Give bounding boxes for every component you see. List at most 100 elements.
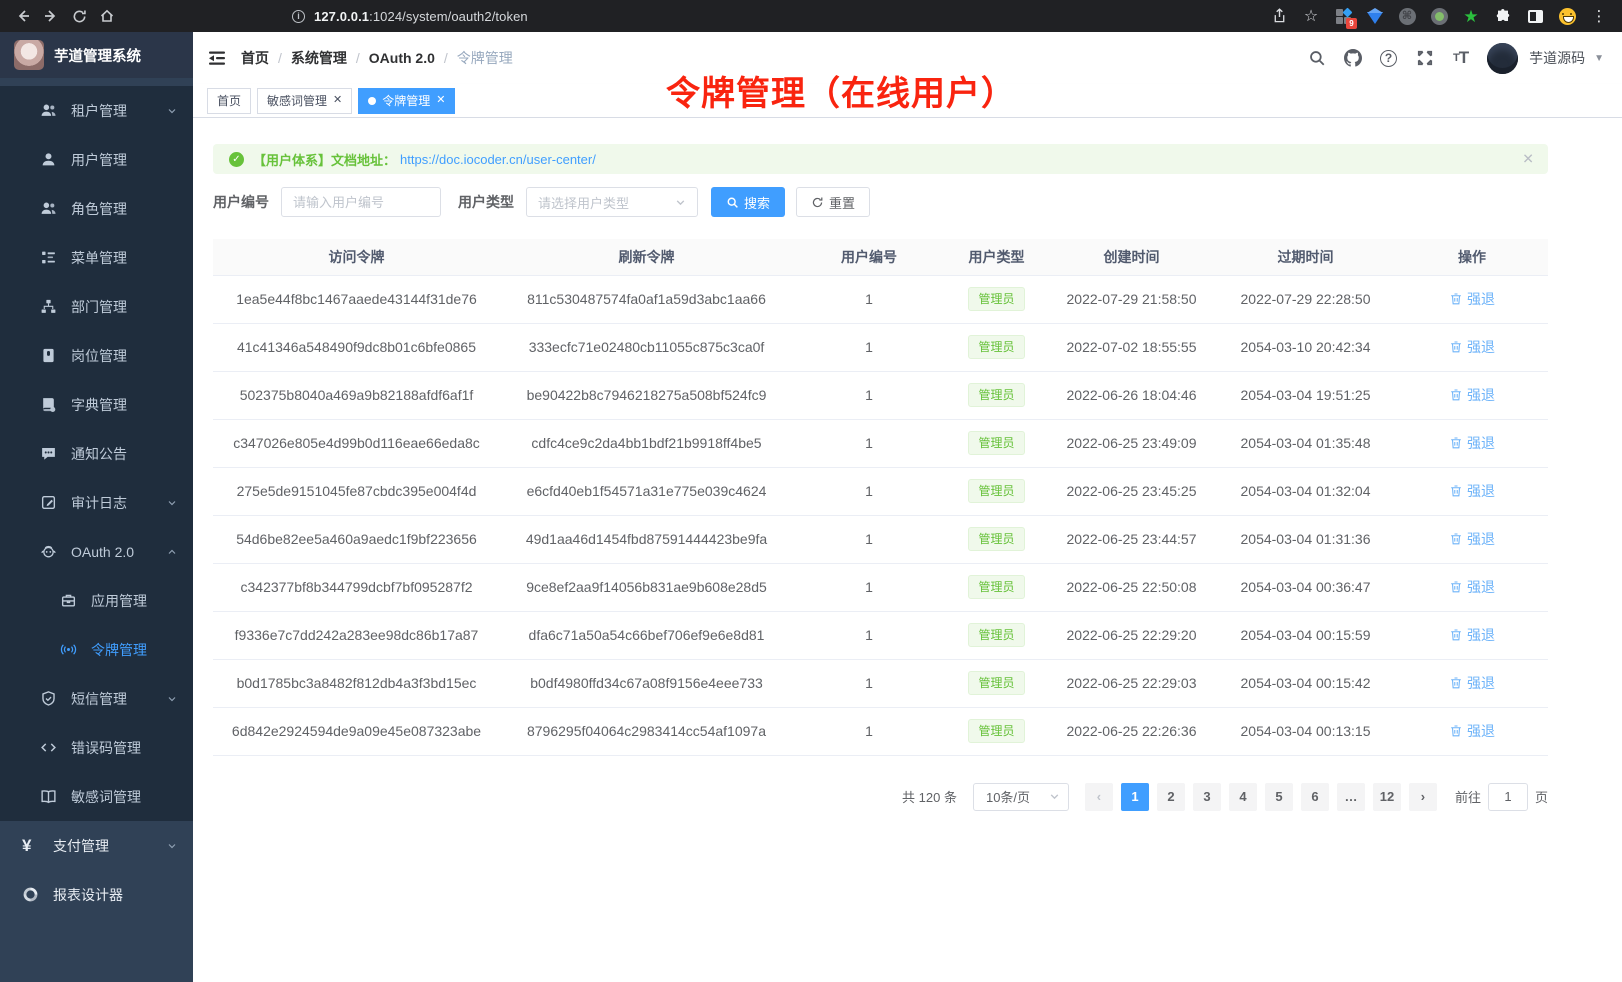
user-type-cell: 管理员 — [945, 659, 1048, 707]
trash-icon — [1449, 628, 1463, 642]
force-logout-link[interactable]: 强退 — [1449, 721, 1495, 741]
sidebar-item-label: 岗位管理 — [71, 346, 127, 366]
page-button-4[interactable]: 4 — [1229, 783, 1257, 811]
user-type-select[interactable]: 请选择用户类型 — [526, 187, 698, 217]
sidebar-item-tenant[interactable]: 租户管理 — [0, 86, 193, 135]
goto-page-input[interactable] — [1488, 783, 1528, 811]
trash-icon — [1449, 532, 1463, 546]
force-logout-link[interactable]: 强退 — [1449, 289, 1495, 309]
browser-menu-icon[interactable]: ⋮ — [1590, 7, 1608, 25]
force-logout-link[interactable]: 强退 — [1449, 337, 1495, 357]
trash-icon — [1449, 580, 1463, 594]
bookmark-star-icon[interactable]: ☆ — [1302, 7, 1320, 25]
users-icon — [40, 102, 57, 119]
font-size-icon[interactable]: TT — [1451, 49, 1470, 68]
github-icon[interactable] — [1343, 49, 1362, 68]
breadcrumb-oauth2[interactable]: OAuth 2.0 — [369, 50, 435, 66]
create-time-cell: 2022-06-25 22:26:36 — [1048, 707, 1215, 755]
next-page-button[interactable]: › — [1409, 783, 1437, 811]
browser-forward-icon[interactable] — [38, 3, 64, 29]
browser-reload-icon[interactable] — [66, 3, 92, 29]
sidebar-item-oauth2[interactable]: OAuth 2.0 — [0, 527, 193, 576]
refresh-token-cell: dfa6c71a50a54c66bef706ef9e6e8d81 — [500, 611, 793, 659]
action-cell: 强退 — [1396, 419, 1548, 467]
force-logout-link[interactable]: 强退 — [1449, 577, 1495, 597]
header-search-icon[interactable] — [1307, 49, 1326, 68]
gem-extension-icon[interactable] — [1366, 7, 1384, 25]
page-button-12[interactable]: 12 — [1373, 783, 1401, 811]
address-bar[interactable]: i 127.0.0.1:1024/system/oauth2/token — [280, 4, 540, 28]
puzzle-extension-icon[interactable] — [1494, 7, 1512, 25]
help-icon[interactable]: ? — [1379, 49, 1398, 68]
tab-close-icon[interactable]: ✕ — [436, 95, 445, 106]
sidebar-item-label: 部门管理 — [71, 297, 127, 317]
browser-home-icon[interactable] — [94, 3, 120, 29]
alert-close-icon[interactable]: ✕ — [1522, 151, 1534, 168]
sidebar-item-dept[interactable]: 部门管理 — [0, 282, 193, 331]
record-extension-icon[interactable] — [1430, 7, 1448, 25]
green-star-extension-icon[interactable]: ★ — [1462, 7, 1480, 25]
sidebar-item-user[interactable]: 用户管理 — [0, 135, 193, 184]
tab-令牌管理[interactable]: 令牌管理✕ — [358, 88, 455, 114]
column-header: 刷新令牌 — [500, 239, 793, 275]
expire-time-cell: 2054-03-04 00:36:47 — [1215, 563, 1396, 611]
page-size-select[interactable]: 10条/页 — [973, 783, 1069, 811]
force-logout-link[interactable]: 强退 — [1449, 673, 1495, 693]
browser-back-icon[interactable] — [10, 3, 36, 29]
force-logout-link[interactable]: 强退 — [1449, 625, 1495, 645]
share-icon[interactable] — [1270, 7, 1288, 25]
search-button[interactable]: 搜索 — [711, 187, 785, 217]
command-extension-icon[interactable]: ⌘ — [1398, 7, 1416, 25]
app-logo-row[interactable]: 芋道管理系统 — [0, 32, 193, 78]
user-avatar[interactable] — [1487, 43, 1518, 74]
sidebar-item-menu[interactable]: 菜单管理 — [0, 233, 193, 282]
split-view-icon[interactable] — [1526, 7, 1544, 25]
prev-page-button[interactable]: ‹ — [1085, 783, 1113, 811]
sidebar-item-audit[interactable]: 审计日志 — [0, 478, 193, 527]
sidebar-item-label: 敏感词管理 — [71, 787, 141, 807]
page-button-6[interactable]: 6 — [1301, 783, 1329, 811]
yen-icon: ¥ — [22, 837, 39, 854]
sidebar-item-pay[interactable]: ¥支付管理 — [0, 821, 193, 870]
user-id-cell: 1 — [793, 563, 945, 611]
sidebar-item-oauth2-token[interactable]: 令牌管理 — [0, 625, 193, 674]
sidebar-item-sensitive[interactable]: 敏感词管理 — [0, 772, 193, 821]
sidebar-item-post[interactable]: 岗位管理 — [0, 331, 193, 380]
book-icon — [40, 788, 57, 805]
force-logout-link[interactable]: 强退 — [1449, 385, 1495, 405]
sidebar-item-errcode[interactable]: 错误码管理 — [0, 723, 193, 772]
force-logout-link[interactable]: 强退 — [1449, 433, 1495, 453]
tab-close-icon[interactable]: ✕ — [333, 95, 342, 106]
site-info-icon[interactable]: i — [292, 10, 305, 23]
reset-button[interactable]: 重置 — [796, 187, 870, 217]
sidebar-item-sms[interactable]: 短信管理 — [0, 674, 193, 723]
force-logout-link[interactable]: 强退 — [1449, 529, 1495, 549]
emoji-extension-icon[interactable] — [1558, 7, 1576, 25]
breadcrumb-system[interactable]: 系统管理 — [291, 48, 347, 68]
tab-敏感词管理[interactable]: 敏感词管理✕ — [257, 88, 352, 114]
breadcrumb-home[interactable]: 首页 — [241, 48, 269, 68]
force-logout-link[interactable]: 强退 — [1449, 481, 1495, 501]
user-menu-caret-icon[interactable]: ▼ — [1594, 53, 1604, 64]
username[interactable]: 芋道源码 — [1529, 48, 1585, 68]
sidebar-item-report[interactable]: 报表设计器 — [0, 870, 193, 919]
extension-blocks-icon[interactable]: 9 — [1334, 7, 1352, 25]
sidebar-item-dict[interactable]: 字典管理 — [0, 380, 193, 429]
table-row: c347026e805e4d99b0d116eae66eda8ccdfc4ce9… — [213, 419, 1548, 467]
fullscreen-icon[interactable] — [1415, 49, 1434, 68]
page-button-2[interactable]: 2 — [1157, 783, 1185, 811]
page-button-1[interactable]: 1 — [1121, 783, 1149, 811]
page-button-5[interactable]: 5 — [1265, 783, 1293, 811]
expire-time-cell: 2054-03-10 20:42:34 — [1215, 323, 1396, 371]
sidebar-item-oauth2-app[interactable]: 应用管理 — [0, 576, 193, 625]
sidebar-item-notice[interactable]: 通知公告 — [0, 429, 193, 478]
doc-link[interactable]: https://doc.iocoder.cn/user-center/ — [400, 152, 596, 167]
more-pages-button[interactable]: … — [1337, 783, 1365, 811]
tab-首页[interactable]: 首页 — [207, 88, 251, 114]
create-time-cell: 2022-06-25 22:29:03 — [1048, 659, 1215, 707]
user-id-input[interactable] — [281, 187, 441, 217]
sidebar-fold-icon[interactable] — [207, 48, 227, 68]
page-button-3[interactable]: 3 — [1193, 783, 1221, 811]
sidebar-item-role[interactable]: 角色管理 — [0, 184, 193, 233]
user-icon — [40, 151, 57, 168]
